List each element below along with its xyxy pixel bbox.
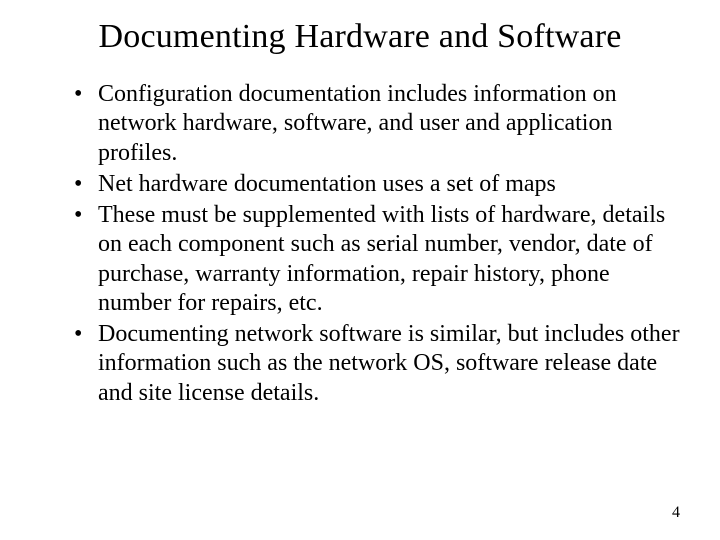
page-number: 4 [672,504,680,522]
bullet-item: Documenting network software is similar,… [74,320,680,408]
slide-title: Documenting Hardware and Software [40,18,680,56]
slide: Documenting Hardware and Software Config… [0,0,720,408]
bullet-item: Net hardware documentation uses a set of… [74,170,680,199]
bullet-item: Configuration documentation includes inf… [74,80,680,168]
bullet-list: Configuration documentation includes inf… [40,80,680,408]
bullet-item: These must be supplemented with lists of… [74,201,680,318]
